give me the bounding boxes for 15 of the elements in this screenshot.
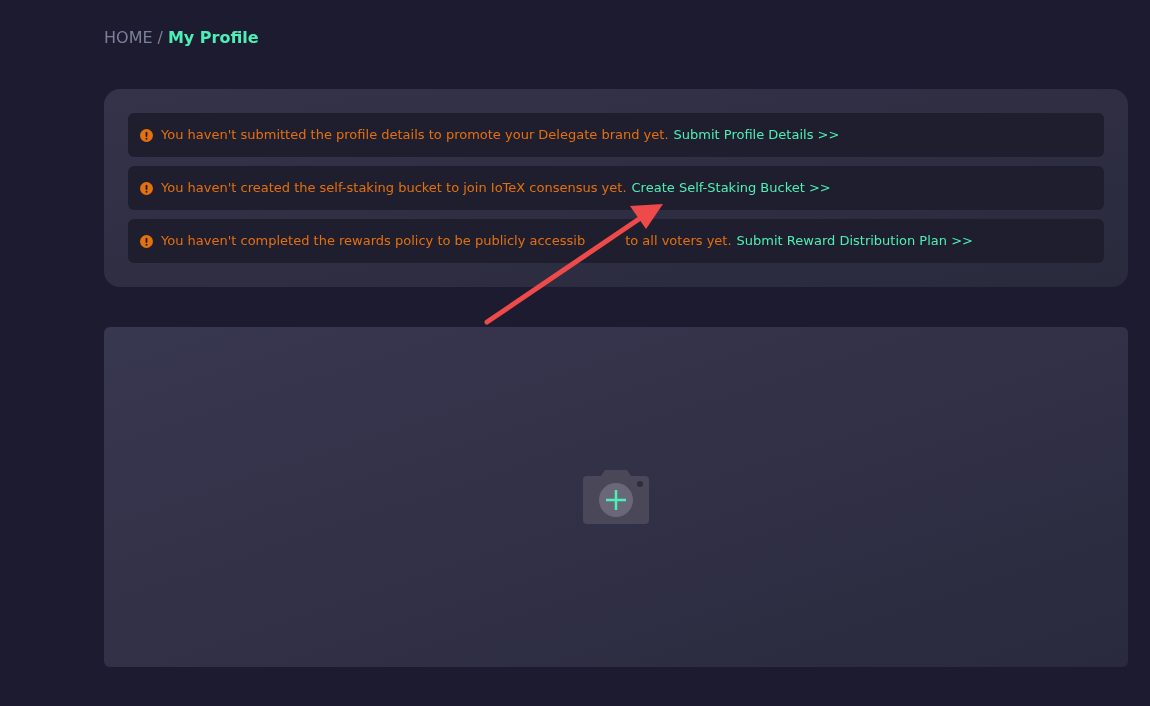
breadcrumb-item[interactable]: My Profile [167,28,259,48]
warning-icon [140,181,153,195]
warning-icon [140,234,153,248]
alert-link[interactable]: Submit Profile Details >> [673,125,840,145]
alert-message: You haven't completed the rewards policy to be publicly accessib [161,232,586,251]
alert-link[interactable]: Submit Reward Distribution Plan >> [736,231,973,251]
alert-message: You haven't created the self-staking bucket to join IoTeX consensus yet. [161,179,627,198]
upload-area[interactable] [104,327,1128,667]
alert-link[interactable]: Create Self-Staking Bucket >> [631,178,831,198]
add-photo-icon [583,470,649,524]
alert-message: You haven't submitted the profile details to promote your Delegate brand yet. [161,126,669,145]
breadcrumb-separator: / [157,28,163,48]
breadcrumb-item[interactable]: HOME [104,28,153,48]
warning-icon [140,128,153,142]
alert-message: to all voters yet. [625,232,732,251]
